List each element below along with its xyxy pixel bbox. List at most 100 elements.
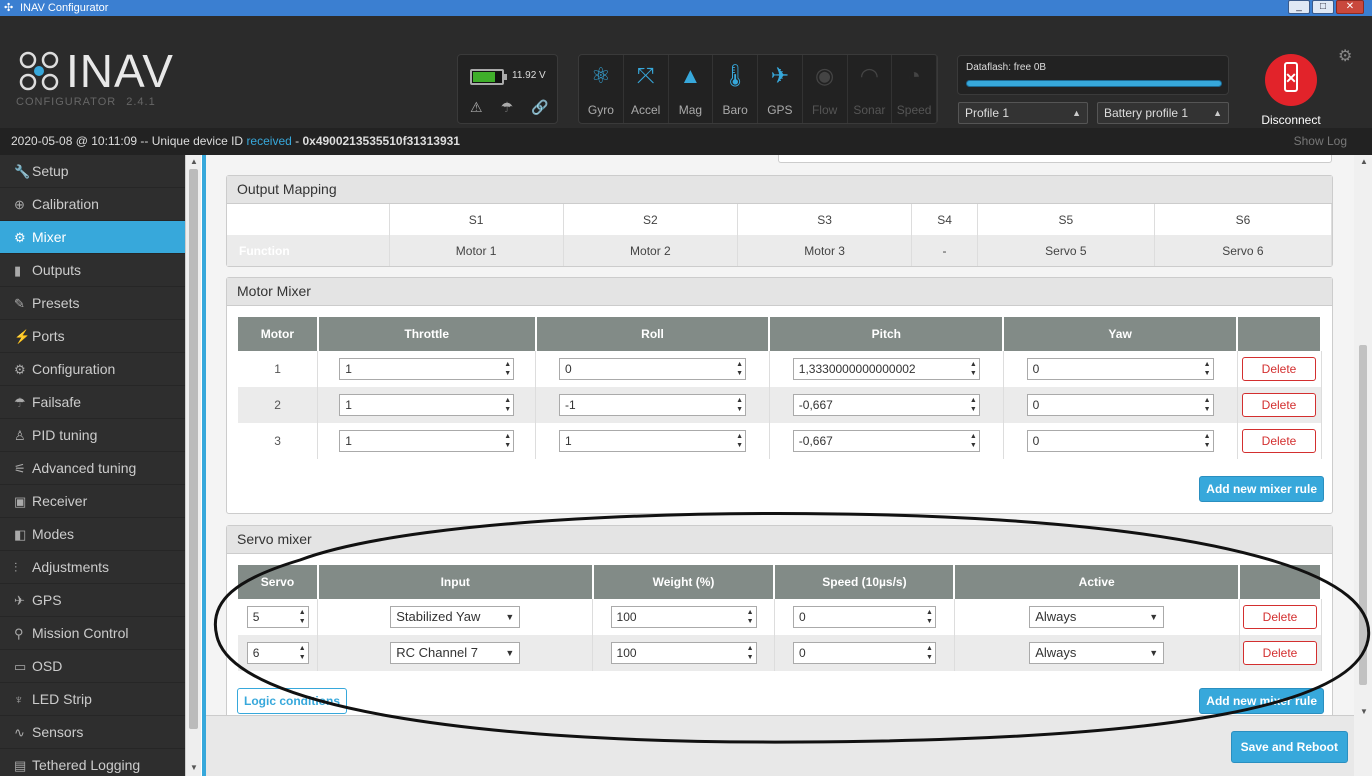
spinner-arrows-icon[interactable]: ▲ ▼ bbox=[970, 396, 977, 414]
spinner-arrows-icon[interactable]: ▲ ▼ bbox=[299, 608, 306, 626]
motor-yaw-input[interactable]: 0 ▲ ▼ bbox=[1026, 394, 1214, 416]
settings-gear-icon[interactable]: ⚙ bbox=[1338, 46, 1352, 66]
motor-pitch-input[interactable]: -0,667 ▲ ▼ bbox=[792, 430, 980, 452]
motor-throttle-input-value: 1 bbox=[345, 434, 352, 448]
servo-input-select[interactable]: Stabilized Yaw ▼ bbox=[390, 606, 521, 628]
motor-header-cell: Throttle bbox=[317, 317, 537, 351]
motor-pitch-input[interactable]: 1,3330000000000002 ▲ ▼ bbox=[792, 358, 980, 380]
profile-value: Profile 1 bbox=[965, 106, 1010, 120]
motor-row: 1 1 ▲ ▼ 0 ▲ ▼ 1,3330000000000002 ▲ ▼ 0 ▲ ▼ Delete bbox=[238, 351, 1322, 387]
servo-index-input[interactable]: 5 ▲ ▼ bbox=[246, 606, 309, 628]
servo-speed-input[interactable]: 0 ▲ ▼ bbox=[792, 642, 936, 664]
disconnect-button[interactable]: ✕ Disconnect bbox=[1256, 54, 1326, 127]
sidebar-item-setup[interactable]: 🔧 Setup bbox=[0, 155, 185, 188]
motor-roll-input[interactable]: -1 ▲ ▼ bbox=[559, 394, 746, 416]
save-and-reboot-button[interactable]: Save and Reboot bbox=[1230, 731, 1348, 763]
output-mapping-table: Output S1 S2 S3 S4 S5 S6 Function Motor 1 Motor … bbox=[227, 204, 1333, 266]
calibration-icon: ⊕ bbox=[14, 197, 25, 212]
spinner-arrows-icon[interactable]: ▲ ▼ bbox=[1204, 360, 1211, 378]
dropdown-arrow-icon: ▼ bbox=[1149, 612, 1159, 622]
version-label: 2.4.1 bbox=[126, 96, 156, 108]
motor-throttle-input[interactable]: 1 ▲ ▼ bbox=[339, 430, 515, 452]
motor-yaw-input[interactable]: 0 ▲ ▼ bbox=[1026, 430, 1214, 452]
spinner-arrows-icon[interactable]: ▲ ▼ bbox=[1204, 432, 1211, 450]
servo-weight-input[interactable]: 100 ▲ ▼ bbox=[610, 606, 757, 628]
sensor-sonar: ◠ Sonar bbox=[848, 55, 893, 123]
spinner-arrows-icon[interactable]: ▲ ▼ bbox=[1204, 396, 1211, 414]
spinner-arrows-icon[interactable]: ▲ ▼ bbox=[736, 360, 743, 378]
sidebar-item-adjustments[interactable]: ⫶ Adjustments bbox=[0, 551, 185, 584]
spinner-arrows-icon[interactable]: ▲ ▼ bbox=[504, 432, 511, 450]
sidebar-item-presets[interactable]: ✎ Presets bbox=[0, 287, 185, 320]
maximize-button[interactable]: □ bbox=[1312, 0, 1334, 14]
sidebar-item-sensors[interactable]: ∿ Sensors bbox=[0, 716, 185, 749]
sidebar-item-label: Mixer bbox=[32, 229, 67, 245]
motor-throttle-input[interactable]: 1 ▲ ▼ bbox=[339, 358, 515, 380]
logo-sub-label: CONFIGURATOR bbox=[16, 96, 117, 108]
sidebar-item-modes[interactable]: ◧ Modes bbox=[0, 518, 185, 551]
sidebar-item-gps[interactable]: ✈ GPS bbox=[0, 584, 185, 617]
servo-active-select[interactable]: Always ▼ bbox=[1029, 642, 1165, 664]
add-servo-rule-button[interactable]: Add new mixer rule bbox=[1199, 688, 1324, 714]
spinner-arrows-icon[interactable]: ▲ ▼ bbox=[926, 644, 933, 662]
sensor-label: Mag bbox=[678, 103, 703, 117]
sonar-icon: ◠ bbox=[859, 63, 879, 88]
sidebar-item-receiver[interactable]: ▣ Receiver bbox=[0, 485, 185, 518]
motor-yaw-input[interactable]: 0 ▲ ▼ bbox=[1026, 358, 1214, 380]
delete-button[interactable]: Delete bbox=[1242, 357, 1316, 381]
sidebar-item-pid-tuning[interactable]: ♙ PID tuning bbox=[0, 419, 185, 452]
sidebar-item-led-strip[interactable]: ♆ LED Strip bbox=[0, 683, 185, 716]
spinner-arrows-icon[interactable]: ▲ ▼ bbox=[504, 396, 511, 414]
motor-throttle-input-value: 1 bbox=[345, 362, 352, 376]
motor-roll-input[interactable]: 0 ▲ ▼ bbox=[559, 358, 746, 380]
motor-roll-input[interactable]: 1 ▲ ▼ bbox=[559, 430, 746, 452]
sidebar-item-configuration[interactable]: ⚙ Configuration bbox=[0, 353, 185, 386]
servo-input-cell: Stabilized Yaw ▼ bbox=[317, 599, 594, 635]
servo-input-select-value: RC Channel 7 bbox=[396, 645, 478, 660]
add-motor-rule-button[interactable]: Add new mixer rule bbox=[1199, 476, 1324, 502]
servo-speed-input[interactable]: 0 ▲ ▼ bbox=[792, 606, 936, 628]
delete-button[interactable]: Delete bbox=[1243, 641, 1317, 665]
motor-pitch-input[interactable]: -0,667 ▲ ▼ bbox=[792, 394, 980, 416]
sidebar-item-osd[interactable]: ▭ OSD bbox=[0, 650, 185, 683]
servo-speed-input-value: 0 bbox=[798, 610, 806, 624]
spinner-arrows-icon[interactable]: ▲ ▼ bbox=[299, 644, 306, 662]
show-log-link[interactable]: Show Log bbox=[1294, 128, 1347, 155]
sidebar-item-advanced-tuning[interactable]: ⚟ Advanced tuning bbox=[0, 452, 185, 485]
sidebar-item-calibration[interactable]: ⊕ Calibration bbox=[0, 188, 185, 221]
sidebar-item-mixer[interactable]: ⚙ Mixer bbox=[0, 221, 185, 254]
motor-pitch-cell: 1,3330000000000002 ▲ ▼ bbox=[769, 351, 1004, 387]
sidebar-item-ports[interactable]: ⚡ Ports bbox=[0, 320, 185, 353]
content-scrollbar[interactable]: ▲ ▼ bbox=[1354, 155, 1372, 776]
sidebar-scrollbar[interactable]: ▲ ▼ bbox=[185, 155, 201, 776]
spinner-arrows-icon[interactable]: ▲ ▼ bbox=[926, 608, 933, 626]
close-button[interactable]: ✕ bbox=[1336, 0, 1364, 14]
spinner-arrows-icon[interactable]: ▲ ▼ bbox=[970, 360, 977, 378]
sidebar-item-mission-control[interactable]: ⚲ Mission Control bbox=[0, 617, 185, 650]
logic-conditions-button[interactable]: Logic conditions bbox=[237, 688, 347, 714]
previous-panel-edge bbox=[778, 155, 1332, 163]
servo-active-select[interactable]: Always ▼ bbox=[1029, 606, 1165, 628]
led-icon: ♆ bbox=[14, 692, 24, 707]
profile-select[interactable]: Profile 1 ▲ bbox=[958, 102, 1088, 124]
spinner-arrows-icon[interactable]: ▲ ▼ bbox=[736, 396, 743, 414]
delete-button[interactable]: Delete bbox=[1242, 393, 1316, 417]
servo-input-select[interactable]: RC Channel 7 ▼ bbox=[390, 642, 521, 664]
sidebar-item-outputs[interactable]: ▮ Outputs bbox=[0, 254, 185, 287]
spinner-arrows-icon[interactable]: ▲ ▼ bbox=[736, 432, 743, 450]
minimize-button[interactable]: _ bbox=[1288, 0, 1310, 14]
battery-profile-select[interactable]: Battery profile 1 ▲ bbox=[1097, 102, 1229, 124]
motor-throttle-input[interactable]: 1 ▲ ▼ bbox=[339, 394, 515, 416]
receiver-icon: ▣ bbox=[14, 494, 27, 509]
delete-button[interactable]: Delete bbox=[1243, 605, 1317, 629]
spinner-arrows-icon[interactable]: ▲ ▼ bbox=[747, 608, 754, 626]
spinner-arrows-icon[interactable]: ▲ ▼ bbox=[504, 360, 511, 378]
sidebar-item-failsafe[interactable]: ☂ Failsafe bbox=[0, 386, 185, 419]
delete-button[interactable]: Delete bbox=[1242, 429, 1316, 453]
spinner-arrows-icon[interactable]: ▲ ▼ bbox=[747, 644, 754, 662]
sidebar-item-tethered-logging[interactable]: ▤ Tethered Logging bbox=[0, 749, 185, 776]
spinner-arrows-icon[interactable]: ▲ ▼ bbox=[970, 432, 977, 450]
servo-index-input[interactable]: 6 ▲ ▼ bbox=[246, 642, 309, 664]
sensor-mag: ▲ Mag bbox=[669, 55, 714, 123]
servo-weight-input[interactable]: 100 ▲ ▼ bbox=[610, 642, 757, 664]
